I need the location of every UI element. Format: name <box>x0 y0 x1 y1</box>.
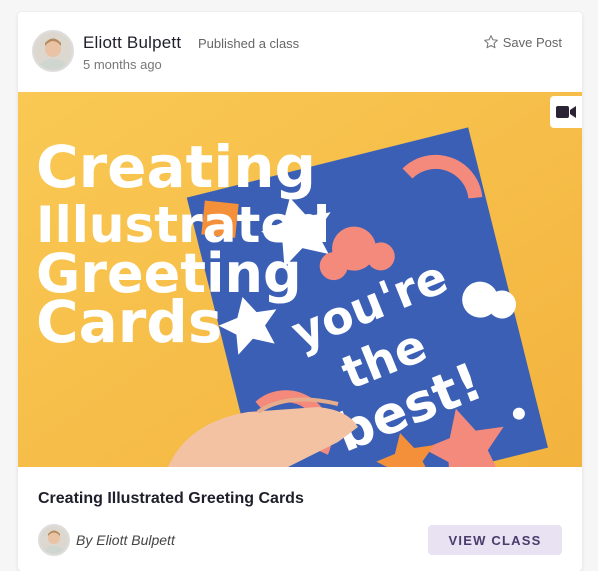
save-post-label: Save Post <box>502 34 562 50</box>
post-action-text: Published a class <box>198 36 300 51</box>
instructor-avatar[interactable] <box>38 524 70 556</box>
view-class-button[interactable]: VIEW CLASS <box>428 525 562 555</box>
class-title[interactable]: Creating Illustrated Greeting Cards <box>38 490 304 508</box>
post-footer: By Eliott Bulpett VIEW CLASS <box>18 520 582 560</box>
post-timestamp: 5 months ago <box>83 57 162 72</box>
post-header: Eliott Bulpett Published a class 5 month… <box>18 12 582 92</box>
thumbnail-title-line-1: Creating <box>36 133 316 201</box>
instructor-by-line[interactable]: By Eliott Bulpett <box>76 532 175 548</box>
save-post-button[interactable]: Save Post <box>483 34 562 50</box>
video-camera-icon <box>556 106 576 118</box>
class-thumbnail[interactable]: you're the best! Creating Illustrated Gr… <box>18 92 582 467</box>
thumbnail-title-line-4: Cards <box>36 288 222 356</box>
author-name[interactable]: Eliott Bulpett <box>83 33 181 53</box>
author-avatar[interactable] <box>32 30 74 72</box>
star-icon <box>483 35 498 49</box>
video-badge <box>550 96 582 128</box>
post-card: Eliott Bulpett Published a class 5 month… <box>18 12 582 571</box>
